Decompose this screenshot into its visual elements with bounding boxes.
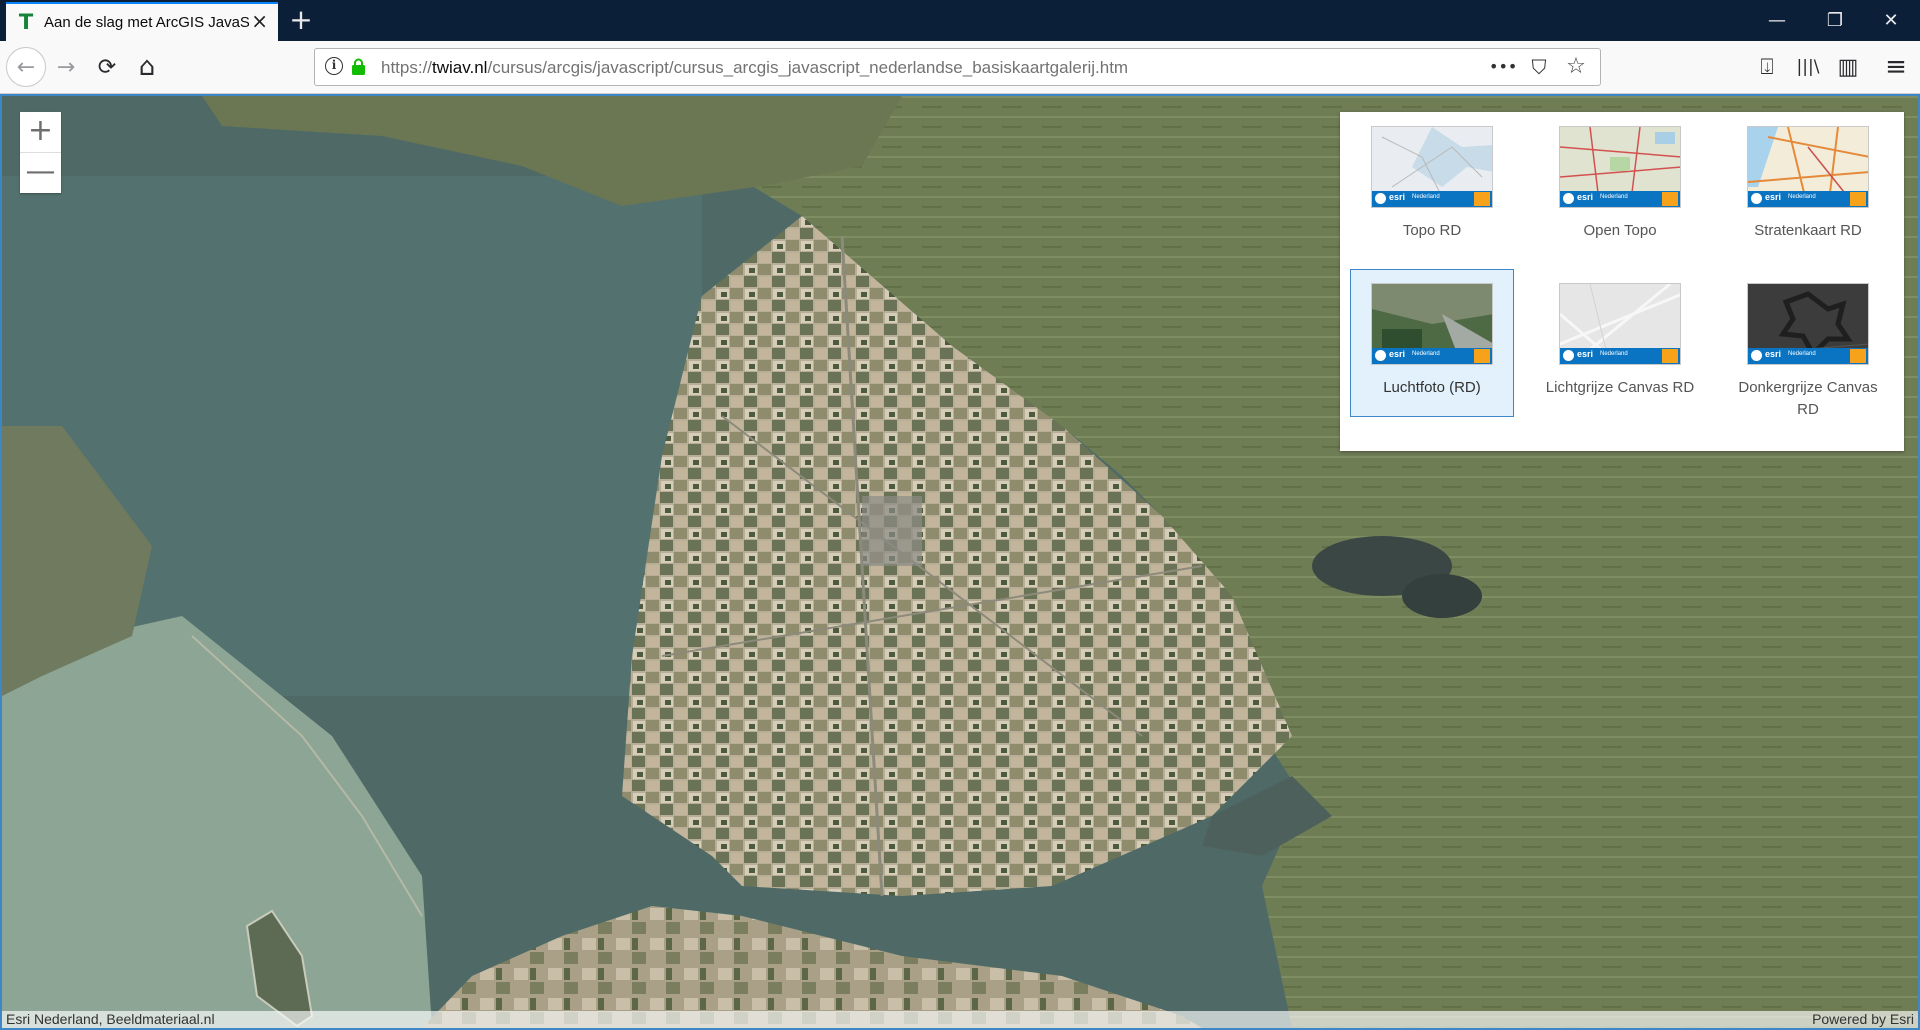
attribution-text: Esri Nederland, Beeldmateriaal.nl [6, 1011, 215, 1027]
map-view[interactable]: + — esri Nederland Topo RD esri Nederlan… [0, 94, 1920, 1030]
zoom-control: + — [20, 112, 61, 193]
new-tab-button[interactable]: + [288, 6, 314, 34]
tab-title: Aan de slag met ArcGIS JavaScript [44, 14, 249, 31]
esri-brand-strip: esri Nederland [1748, 348, 1868, 364]
home-button[interactable]: ⌂ [130, 50, 164, 84]
basemap-label: Topo RD [1402, 222, 1462, 239]
basemap-item-stratenkaart-rd[interactable]: esri Nederland Stratenkaart RD [1726, 112, 1890, 260]
basemap-item-open-topo[interactable]: esri Nederland Open Topo [1538, 112, 1702, 260]
minimize-button[interactable]: — [1748, 0, 1806, 41]
basemap-thumbnail: esri Nederland [1371, 126, 1493, 208]
basemap-item-luchtfoto-rd[interactable]: esri Nederland Luchtfoto (RD) [1350, 269, 1514, 417]
basemap-item-donkergrijze-canvas-rd[interactable]: esri Nederland Donkergrijze Canvas RD [1726, 269, 1890, 418]
basemap-thumbnail: esri Nederland [1747, 283, 1869, 365]
restore-button[interactable]: ❐ [1806, 0, 1864, 41]
forward-button[interactable]: → [49, 50, 83, 84]
pocket-icon[interactable]: ⛉ [1526, 55, 1552, 79]
url-text[interactable]: https://twiav.nl/cursus/arcgis/javascrip… [381, 58, 1128, 78]
close-window-button[interactable]: ✕ [1862, 0, 1920, 41]
esri-brand-strip: esri Nederland [1372, 348, 1492, 364]
page-actions-icon[interactable]: ••• [1489, 55, 1517, 79]
basemap-label: Donkergrijze Canvas RD [1738, 379, 1878, 418]
lock-icon [352, 58, 365, 75]
basemap-label: Open Topo [1583, 222, 1657, 239]
zoom-out-button[interactable]: — [20, 153, 61, 193]
basemap-thumbnail: esri Nederland [1559, 126, 1681, 208]
esri-brand-strip: esri Nederland [1372, 191, 1492, 207]
reload-button[interactable]: ⟳ [90, 50, 124, 84]
site-favicon-icon: T [18, 10, 34, 34]
basemap-gallery: esri Nederland Topo RD esri Nederland Open… [1340, 112, 1904, 451]
basemap-label: Stratenkaart RD [1754, 222, 1862, 239]
url-scheme: https:// [381, 58, 433, 77]
library-icon[interactable]: |||\ [1791, 50, 1825, 84]
zoom-in-button[interactable]: + [20, 112, 61, 153]
basemap-label: Luchtfoto (RD) [1383, 379, 1481, 396]
basemap-thumbnail: esri Nederland [1747, 126, 1869, 208]
close-tab-icon[interactable]: × [251, 11, 268, 31]
url-host: twiav.nl [432, 58, 488, 77]
info-icon[interactable]: i [325, 57, 343, 75]
esri-brand-strip: esri Nederland [1748, 191, 1868, 207]
sidebar-icon[interactable]: ▥ [1831, 50, 1865, 84]
menu-icon[interactable]: ≡ [1879, 50, 1913, 84]
browser-tab[interactable]: T Aan de slag met ArcGIS JavaScript × [6, 2, 278, 41]
downloads-icon[interactable]: ⍗ [1750, 50, 1784, 84]
basemap-thumbnail: esri Nederland [1559, 283, 1681, 365]
basemap-item-lichtgrijze-canvas-rd[interactable]: esri Nederland Lichtgrijze Canvas RD [1538, 269, 1702, 417]
bookmark-star-icon[interactable]: ☆ [1563, 55, 1589, 79]
esri-brand-strip: esri Nederland [1560, 348, 1680, 364]
map-attribution: Esri Nederland, Beeldmateriaal.nl Powere… [2, 1011, 1918, 1028]
powered-by-esri[interactable]: Powered by Esri [1812, 1011, 1914, 1028]
address-bar[interactable]: i https://twiav.nl/cursus/arcgis/javascr… [314, 48, 1601, 86]
back-button[interactable]: ← [6, 47, 46, 87]
basemap-item-topo-rd[interactable]: esri Nederland Topo RD [1350, 112, 1514, 260]
basemap-label: Lichtgrijze Canvas RD [1545, 379, 1695, 396]
navigation-bar: ← → ⟳ ⌂ i https://twiav.nl/cursus/arcgis… [0, 41, 1920, 94]
url-path: /cursus/arcgis/javascript/cursus_arcgis_… [487, 58, 1129, 77]
basemap-thumbnail: esri Nederland [1371, 283, 1493, 365]
tab-bar: T Aan de slag met ArcGIS JavaScript × + … [0, 0, 1920, 41]
esri-brand-strip: esri Nederland [1560, 191, 1680, 207]
